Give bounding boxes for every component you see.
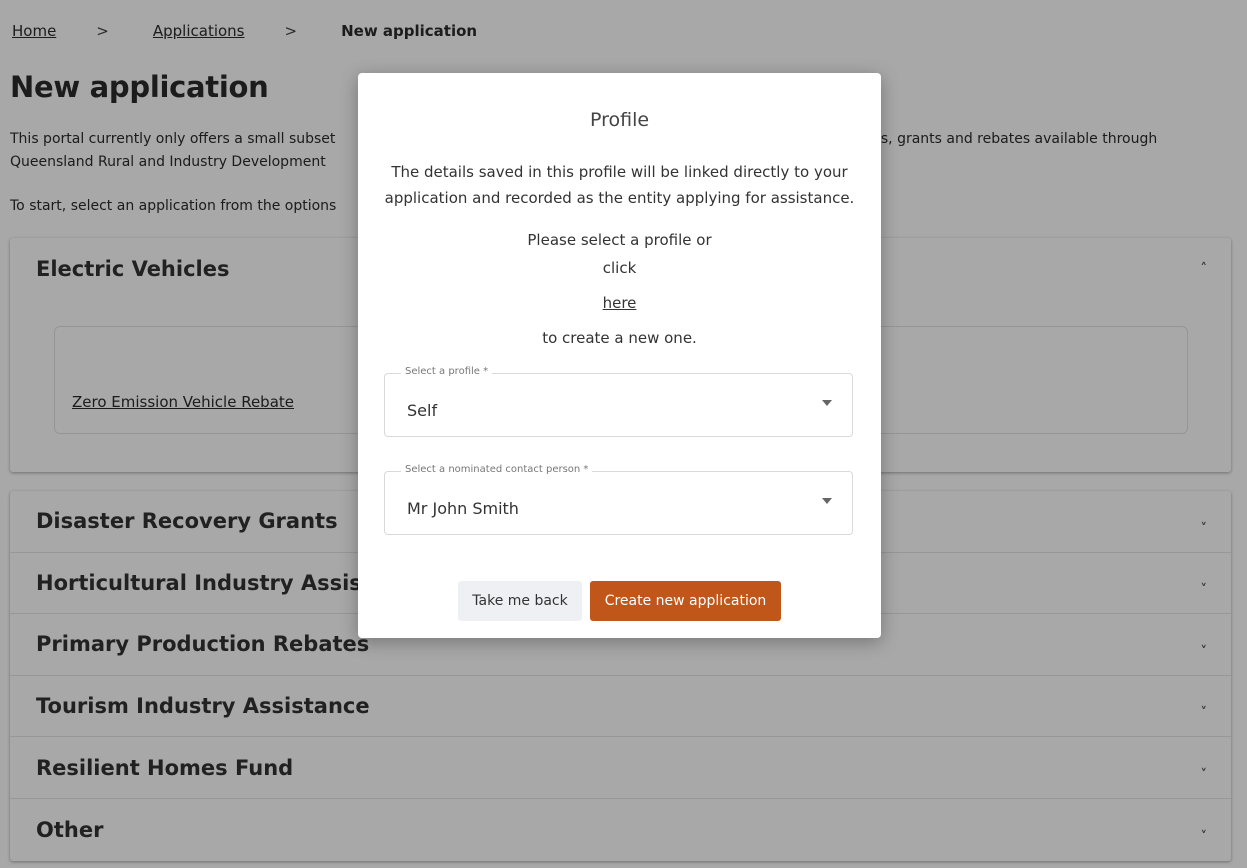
take-me-back-button[interactable]: Take me back xyxy=(458,581,582,621)
create-suffix-text: to create a new one. xyxy=(542,329,697,347)
dialog-title: Profile xyxy=(589,109,650,131)
contact-person-select-value: Mr John Smith xyxy=(407,499,519,518)
contact-person-select-label: Select a nominated contact person * xyxy=(401,464,593,475)
profile-select-label: Select a profile * xyxy=(401,366,493,377)
profile-select[interactable]: Select a profile * Self xyxy=(384,366,853,437)
contact-person-select[interactable]: Select a nominated contact person * Mr J… xyxy=(384,464,853,535)
select-prompt: Please select a profile or xyxy=(527,231,712,249)
create-new-application-button[interactable]: Create new application xyxy=(590,581,781,621)
dialog-description: The details saved in this profile will b… xyxy=(384,163,855,207)
profile-select-value: Self xyxy=(407,401,438,420)
caret-down-icon[interactable] xyxy=(822,498,832,504)
click-text: click xyxy=(602,259,637,277)
caret-down-icon[interactable] xyxy=(822,400,832,406)
create-profile-link[interactable]: here xyxy=(603,294,637,312)
profile-dialog: Profile The details saved in this profil… xyxy=(358,73,881,638)
